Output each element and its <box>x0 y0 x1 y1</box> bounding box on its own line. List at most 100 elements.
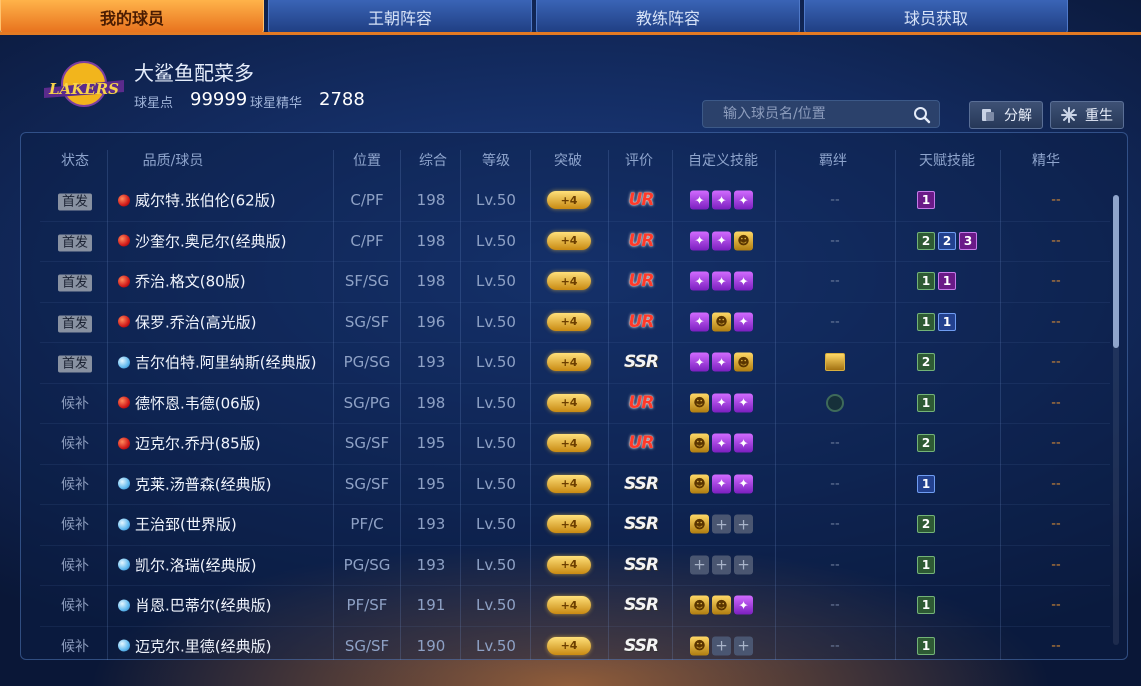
decompose-button[interactable]: 分解 <box>969 101 1043 129</box>
talent-level-badge[interactable]: 2 <box>917 353 935 371</box>
table-row[interactable]: 首发 吉尔伯特.阿里纳斯(经典版) PG/SG 193 Lv.50 +4 SSR… <box>20 342 1110 382</box>
custom-skill-gold-icon[interactable]: ☻ <box>712 312 731 331</box>
rebirth-button[interactable]: 重生 <box>1050 101 1124 129</box>
talent-level-badge[interactable]: 3 <box>959 231 977 250</box>
table-row[interactable]: 候补 迈克尔.里德(经典版) SG/SF 190 Lv.50 +4 SSR ☻ +… <box>20 626 1110 666</box>
player-name-cell[interactable]: 凯尔.洛瑞(经典版) <box>118 554 256 575</box>
custom-skill-empty-slot-icon[interactable]: + <box>734 636 753 655</box>
breakthrough-badge: +4 <box>547 353 591 371</box>
custom-skill-gold-icon[interactable]: ☻ <box>690 636 709 655</box>
player-name-cell[interactable]: 肖恩.巴蒂尔(经典版) <box>118 595 271 616</box>
custom-skill-gold-icon[interactable]: ☻ <box>690 595 709 615</box>
custom-skill-empty-slot-icon[interactable]: + <box>734 514 753 534</box>
custom-skill-purple-icon[interactable]: ✦ <box>690 271 709 291</box>
table-row[interactable]: 首发 沙奎尔.奥尼尔(经典版) C/PF 198 Lv.50 +4 UR ✦ ✦ ☻… <box>20 221 1110 261</box>
custom-skill-gold-icon[interactable]: ☻ <box>690 474 709 493</box>
talent-level-badge[interactable]: 2 <box>917 231 935 250</box>
search-icon[interactable] <box>913 106 931 124</box>
breakthrough-badge: +4 <box>547 636 591 655</box>
table-row[interactable]: 候补 克莱.汤普森(经典版) SG/SF 195 Lv.50 +4 SSR ☻ ✦… <box>20 464 1110 504</box>
table-row[interactable]: 候补 王治郅(世界版) PF/C 193 Lv.50 +4 SSR ☻ + + --… <box>20 504 1110 544</box>
player-name-cell[interactable]: 王治郅(世界版) <box>118 514 237 535</box>
player-name-cell[interactable]: 沙奎尔.奥尼尔(经典版) <box>118 230 286 251</box>
player-name-cell[interactable]: 德怀恩.韦德(06版) <box>118 392 261 413</box>
custom-skill-purple-icon[interactable]: ✦ <box>690 190 709 210</box>
scrollbar[interactable] <box>1113 195 1119 645</box>
talent-skills: 2 <box>917 353 935 371</box>
scroll-thumb[interactable] <box>1113 195 1119 348</box>
custom-skill-gold-icon[interactable]: ☻ <box>734 352 753 372</box>
table-row[interactable]: 候补 凯尔.洛瑞(经典版) PG/SG 193 Lv.50 +4 SSR + + +… <box>20 545 1110 585</box>
custom-skill-empty-slot-icon[interactable]: + <box>712 555 731 574</box>
breakthrough-badge: +4 <box>547 231 591 250</box>
custom-skill-purple-icon[interactable]: ✦ <box>734 271 753 291</box>
player-name-cell[interactable]: 保罗.乔治(高光版) <box>118 311 256 332</box>
talent-level-badge[interactable]: 2 <box>917 515 935 533</box>
custom-skill-gold-icon[interactable]: ☻ <box>690 433 709 453</box>
player-name-cell[interactable]: 迈克尔.乔丹(85版) <box>118 433 261 454</box>
table-row[interactable]: 首发 威尔特.张伯伦(62版) C/PF 198 Lv.50 +4 UR ✦ ✦ ✦… <box>20 180 1110 220</box>
talent-level-badge[interactable]: 1 <box>917 393 935 412</box>
custom-skill-purple-icon[interactable]: ✦ <box>712 271 731 291</box>
table-row[interactable]: 候补 迈克尔.乔丹(85版) SG/SF 195 Lv.50 +4 UR ☻ ✦ ✦… <box>20 423 1110 463</box>
custom-skill-purple-icon[interactable]: ✦ <box>690 312 709 331</box>
custom-skill-purple-icon[interactable]: ✦ <box>690 352 709 372</box>
custom-skill-purple-icon[interactable]: ✦ <box>712 231 731 250</box>
talent-level-badge[interactable]: 1 <box>917 312 935 331</box>
player-name-cell[interactable]: 吉尔伯特.阿里纳斯(经典版) <box>118 352 316 373</box>
custom-skill-empty-slot-icon[interactable]: + <box>712 514 731 534</box>
bond-ring-icon[interactable] <box>826 393 844 412</box>
custom-skill-gold-icon[interactable]: ☻ <box>712 595 731 615</box>
talent-level-badge[interactable]: 1 <box>917 191 935 209</box>
talent-level-badge[interactable]: 1 <box>938 312 956 331</box>
row-divider <box>40 625 1110 627</box>
custom-skill-purple-icon[interactable]: ✦ <box>734 190 753 210</box>
quality-orb-icon <box>118 315 130 328</box>
table-row[interactable]: 候补 德怀恩.韦德(06版) SG/PG 198 Lv.50 +4 UR ☻ ✦ ✦… <box>20 383 1110 423</box>
tab-dynasty-lineup[interactable]: 王朝阵容 <box>268 0 532 34</box>
player-essence: -- <box>1051 273 1061 289</box>
custom-skill-empty-slot-icon[interactable]: + <box>690 555 709 574</box>
rebirth-label: 重生 <box>1085 108 1113 124</box>
custom-skill-purple-icon[interactable]: ✦ <box>712 393 731 412</box>
bond-card-icon[interactable] <box>825 353 845 371</box>
custom-skill-empty-slot-icon[interactable]: + <box>734 555 753 574</box>
talent-level-badge[interactable]: 1 <box>917 555 935 574</box>
custom-skill-purple-icon[interactable]: ✦ <box>734 433 753 453</box>
player-name-cell[interactable]: 威尔特.张伯伦(62版) <box>118 190 276 211</box>
custom-skill-purple-icon[interactable]: ✦ <box>734 393 753 412</box>
quality-orb-icon <box>118 356 130 368</box>
tab-my-players[interactable]: 我的球员 <box>0 0 264 34</box>
talent-level-badge[interactable]: 1 <box>917 596 935 614</box>
custom-skill-purple-icon[interactable]: ✦ <box>734 474 753 493</box>
talent-level-badge[interactable]: 1 <box>917 272 935 290</box>
table-row[interactable]: 首发 乔治.格文(80版) SF/SG 198 Lv.50 +4 UR ✦ ✦ ✦ … <box>20 261 1110 301</box>
tab-player-acquire[interactable]: 球员获取 <box>804 0 1068 34</box>
player-name-cell[interactable]: 克莱.汤普森(经典版) <box>118 473 271 494</box>
custom-skill-empty-slot-icon[interactable]: + <box>712 636 731 655</box>
custom-skill-gold-icon[interactable]: ☻ <box>734 231 753 250</box>
talent-level-badge[interactable]: 1 <box>938 272 956 290</box>
custom-skill-purple-icon[interactable]: ✦ <box>712 433 731 453</box>
search-input[interactable] <box>703 101 903 127</box>
custom-skill-gold-icon[interactable]: ☻ <box>690 514 709 534</box>
talent-level-badge[interactable]: 2 <box>938 231 956 250</box>
talent-level-badge[interactable]: 1 <box>917 636 935 655</box>
custom-skills: ☻ ✦ ✦ <box>690 393 753 412</box>
player-name-cell[interactable]: 乔治.格文(80版) <box>118 271 246 292</box>
tab-coach-lineup[interactable]: 教练阵容 <box>536 0 800 34</box>
table-row[interactable]: 候补 肖恩.巴蒂尔(经典版) PF/SF 191 Lv.50 +4 SSR ☻ ☻… <box>20 585 1110 625</box>
custom-skill-purple-icon[interactable]: ✦ <box>690 231 709 250</box>
custom-skill-purple-icon[interactable]: ✦ <box>734 595 753 615</box>
player-name-cell[interactable]: 迈克尔.里德(经典版) <box>118 635 271 656</box>
custom-skill-purple-icon[interactable]: ✦ <box>712 474 731 493</box>
talent-level-badge[interactable]: 2 <box>917 434 935 452</box>
table-row[interactable]: 首发 保罗.乔治(高光版) SG/SF 196 Lv.50 +4 UR ✦ ☻ ✦ … <box>20 302 1110 342</box>
custom-skill-gold-icon[interactable]: ☻ <box>690 393 709 412</box>
quality-orb-icon <box>118 275 130 287</box>
player-position: SF/SG <box>344 272 390 290</box>
custom-skill-purple-icon[interactable]: ✦ <box>712 352 731 372</box>
custom-skill-purple-icon[interactable]: ✦ <box>734 312 753 331</box>
talent-level-badge[interactable]: 1 <box>917 474 935 493</box>
custom-skill-purple-icon[interactable]: ✦ <box>712 190 731 210</box>
